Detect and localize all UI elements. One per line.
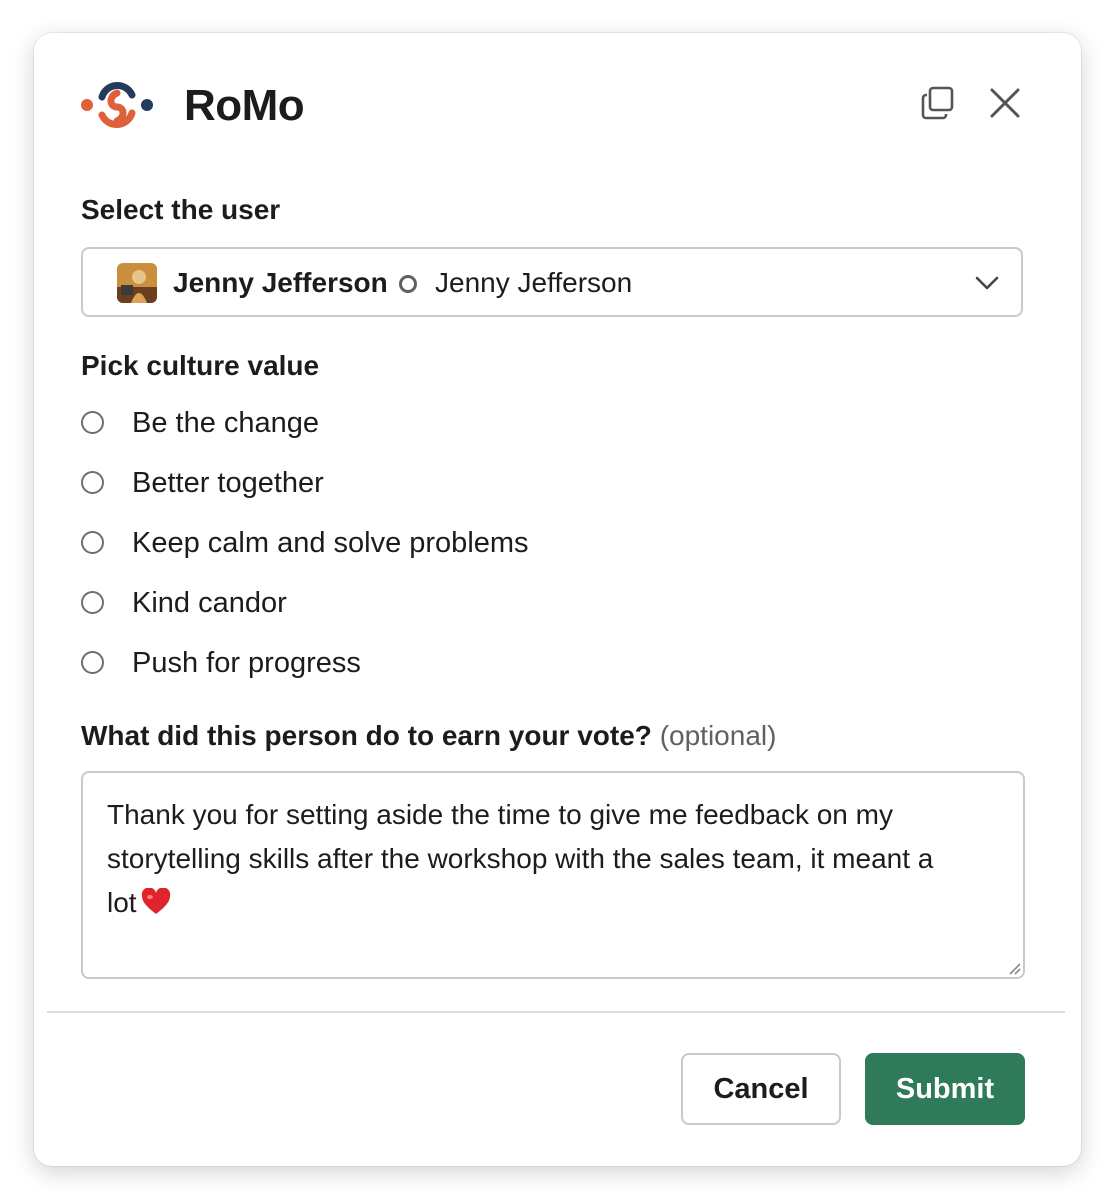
avatar — [117, 263, 157, 303]
submit-button[interactable]: Submit — [865, 1053, 1025, 1125]
selected-user-name: Jenny Jefferson — [173, 267, 388, 298]
close-button[interactable] — [983, 81, 1027, 125]
radio-button[interactable] — [81, 651, 104, 674]
optional-hint: (optional) — [659, 720, 777, 751]
heart-icon — [141, 888, 170, 914]
vote-reason-text: Thank you for setting aside the time to … — [107, 793, 937, 925]
romo-vote-modal: RoMo Select the user Jenny Jefferson Jen… — [34, 33, 1081, 1166]
vote-reason-textarea[interactable]: Thank you for setting aside the time to … — [81, 771, 1025, 979]
radio-option-label: Keep calm and solve problems — [132, 527, 529, 559]
presence-status-icon — [399, 275, 417, 293]
resize-handle-icon[interactable] — [1005, 959, 1021, 975]
user-select-dropdown[interactable]: Jenny Jefferson Jenny Jefferson — [81, 247, 1023, 317]
radio-option-keep-calm[interactable]: Keep calm and solve problems — [81, 525, 881, 565]
cancel-button[interactable]: Cancel — [681, 1053, 841, 1125]
radio-option-be-the-change[interactable]: Be the change — [81, 405, 881, 445]
radio-option-label: Better together — [132, 467, 324, 499]
radio-button[interactable] — [81, 531, 104, 554]
copy-icon — [921, 86, 954, 120]
culture-value-label: Pick culture value — [81, 350, 320, 381]
radio-button[interactable] — [81, 411, 104, 434]
copy-button[interactable] — [916, 81, 960, 125]
radio-option-push-for-progress[interactable]: Push for progress — [81, 645, 881, 685]
romo-logo-icon — [81, 82, 153, 128]
footer-divider — [47, 1011, 1065, 1013]
radio-option-better-together[interactable]: Better together — [81, 465, 881, 505]
chevron-down-icon — [975, 276, 999, 290]
vote-reason-value: Thank you for setting aside the time to … — [107, 799, 934, 918]
radio-button[interactable] — [81, 591, 104, 614]
modal-header: RoMo — [34, 33, 1081, 173]
close-icon — [990, 88, 1020, 118]
vote-reason-label: What did this person do to earn your vot… — [81, 719, 776, 753]
radio-button[interactable] — [81, 471, 104, 494]
radio-option-label: Kind candor — [132, 587, 287, 619]
select-user-label: Select the user — [81, 194, 281, 225]
radio-option-kind-candor[interactable]: Kind candor — [81, 585, 881, 625]
selected-user-display-name: Jenny Jefferson — [435, 267, 633, 298]
radio-option-label: Be the change — [132, 407, 320, 439]
app-title: RoMo — [184, 81, 305, 130]
vote-reason-question: What did this person do to earn your vot… — [81, 720, 652, 751]
radio-option-label: Push for progress — [132, 647, 361, 679]
